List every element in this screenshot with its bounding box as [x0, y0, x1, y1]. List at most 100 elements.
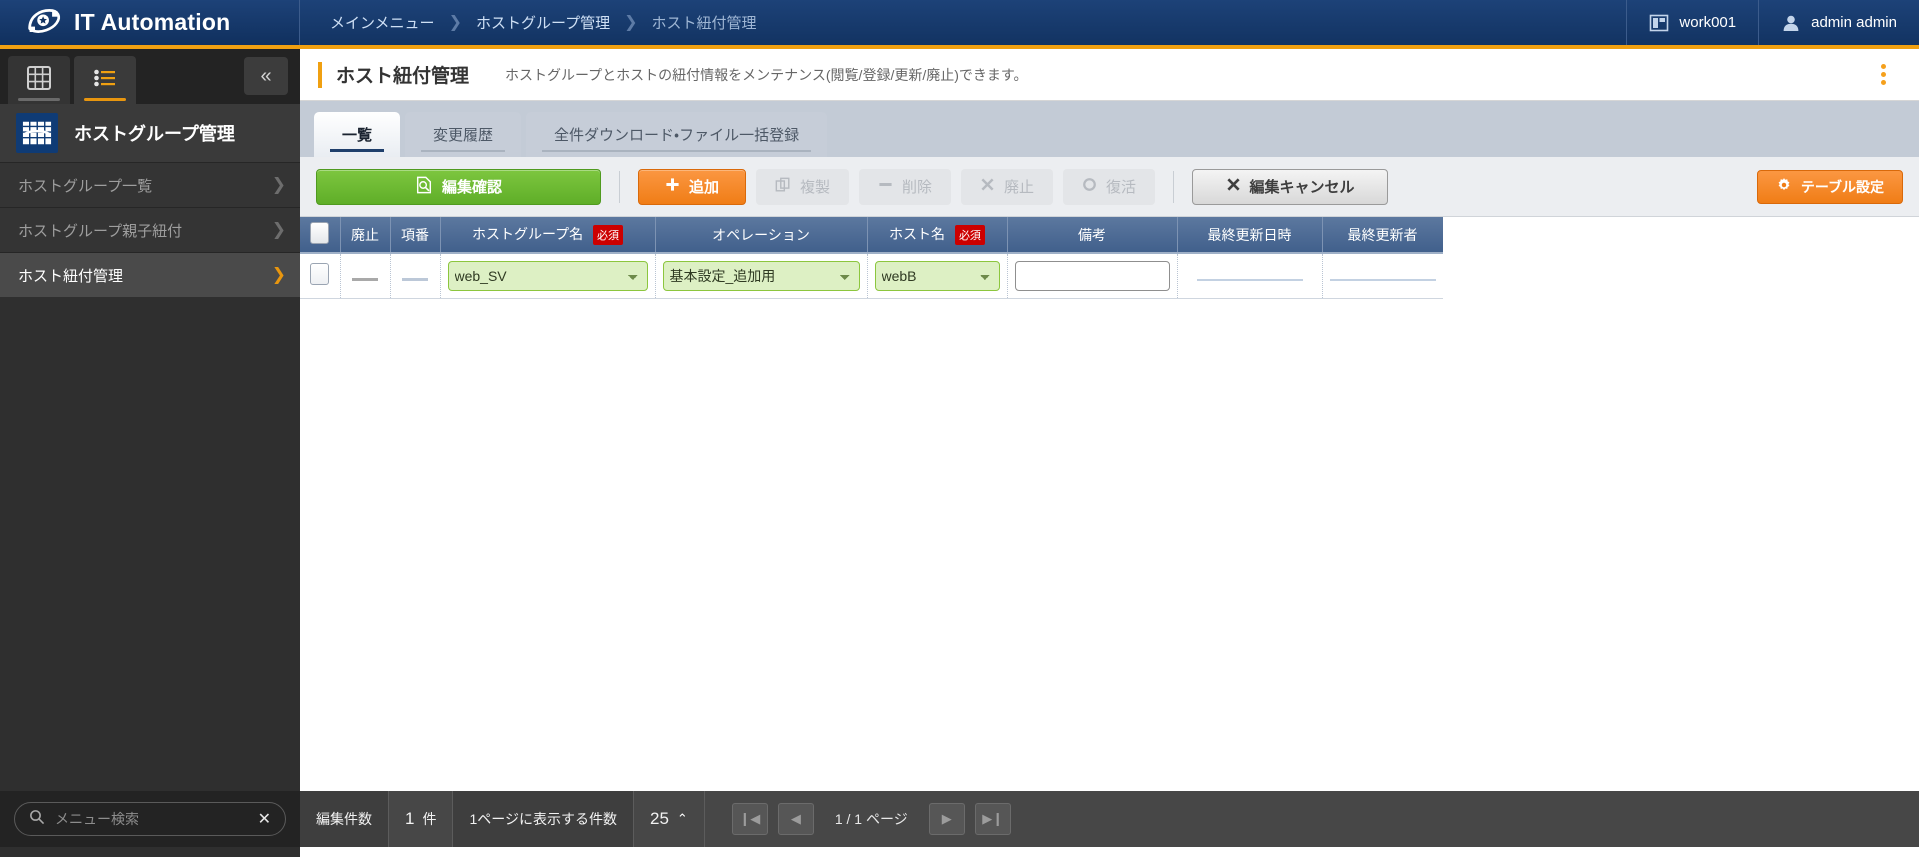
toolbar-divider: [619, 170, 620, 203]
chevron-up-icon: ⌃: [676, 811, 688, 826]
breadcrumb: メインメニュー ❯ ホストグループ管理 ❯ ホスト紐付管理: [300, 0, 1626, 45]
circle-icon: [1082, 177, 1097, 196]
add-label: 追加: [688, 179, 719, 196]
per-page-selector[interactable]: 25 ⌃: [634, 791, 705, 847]
cell-hostname[interactable]: webB: [867, 253, 1008, 299]
header-label: 備考: [1078, 226, 1106, 243]
prev-page-button[interactable]: ◀: [777, 803, 814, 835]
remark-input[interactable]: [1014, 260, 1170, 291]
hostname-select[interactable]: webB: [874, 260, 1000, 291]
tab-bulk-download-upload[interactable]: 全件ダウンロード・ファイル一括登録: [526, 112, 828, 157]
top-bar: IT Automation メインメニュー ❯ ホストグループ管理 ❯ ホスト紐…: [0, 0, 1919, 45]
header-seq[interactable]: 項番: [390, 217, 441, 254]
cancel-edit-button[interactable]: 編集キャンセル: [1192, 168, 1389, 205]
cell-updated-at: [1177, 253, 1323, 299]
edit-count-unit: 件: [422, 811, 437, 827]
sidebar-grid-view-tab[interactable]: [8, 56, 70, 104]
tab-label: 一覧: [342, 127, 373, 144]
next-page-button[interactable]: ▶: [928, 803, 965, 835]
duplicate-button[interactable]: 複製: [756, 168, 850, 205]
chevron-double-left-icon: «: [260, 64, 272, 87]
row-checkbox[interactable]: [310, 263, 330, 286]
cell-operation[interactable]: 基本設定_追加用: [655, 253, 868, 299]
table-settings-button[interactable]: テーブル設定: [1756, 169, 1903, 204]
breadcrumb-separator-icon: ❯: [624, 13, 638, 31]
header-operation[interactable]: オペレーション: [655, 217, 868, 254]
select-all-checkbox[interactable]: [310, 222, 330, 244]
updated-by-placeholder-dash: [1329, 278, 1436, 281]
seq-placeholder-dash: [402, 277, 428, 281]
discontinue-button[interactable]: 廃止: [961, 168, 1054, 205]
cell-hostgroup[interactable]: web_SV: [440, 253, 656, 299]
hostgroup-select[interactable]: web_SV: [447, 260, 648, 291]
add-button[interactable]: 追加: [638, 168, 746, 205]
data-table-area: 廃止 項番 ホストグループ名 必須 オペレーション ホスト名 必須 備考 最終更…: [300, 217, 1919, 299]
updated-at-placeholder-dash: [1196, 278, 1303, 281]
user-avatar-icon: [1781, 13, 1801, 33]
clear-search-icon[interactable]: ✕: [258, 809, 271, 829]
operation-select[interactable]: 基本設定_追加用: [662, 260, 860, 291]
cell-row-select[interactable]: [300, 253, 341, 299]
page-header: ホスト紐付管理 ホストグループとホストの紐付情報をメンテナンス(閲覧/登録/更新…: [300, 49, 1919, 101]
search-icon: [29, 809, 45, 830]
last-page-button[interactable]: ▶❙: [974, 803, 1011, 835]
user-label: admin admin: [1811, 14, 1897, 31]
table-row[interactable]: web_SV 基本設定_追加用 webB: [300, 253, 1443, 299]
more-vertical-icon[interactable]: [1869, 61, 1897, 89]
header-updated-at[interactable]: 最終更新日時: [1177, 217, 1323, 254]
page-description: ホストグループとホストの紐付情報をメンテナンス(閲覧/登録/更新/廃止)できます…: [505, 66, 1028, 83]
menu-search-box[interactable]: ✕: [14, 802, 286, 836]
edit-count-label: 編集件数: [300, 791, 389, 847]
host-link-table: 廃止 項番 ホストグループ名 必須 オペレーション ホスト名 必須 備考 最終更…: [300, 217, 1443, 299]
sidebar-collapse-button[interactable]: «: [244, 57, 288, 95]
header-select-all[interactable]: [300, 217, 341, 254]
sidebar-item-hostgroup-parent-child[interactable]: ホストグループ親子紐付 ❯: [0, 207, 300, 252]
header-label: オペレーション: [712, 226, 810, 243]
breadcrumb-item-0[interactable]: メインメニュー: [330, 12, 435, 33]
table-header: 廃止 項番 ホストグループ名 必須 オペレーション ホスト名 必須 備考 最終更…: [300, 217, 1443, 254]
page-current: 1: [834, 811, 843, 827]
breadcrumb-item-1[interactable]: ホストグループ管理: [476, 12, 610, 33]
window-panel-icon: [1649, 13, 1669, 33]
page-total: 1: [854, 811, 863, 827]
first-page-button[interactable]: ❙◀: [731, 803, 768, 835]
chevron-right-icon: ❯: [271, 265, 286, 284]
confirm-edit-button[interactable]: 編集確認: [316, 168, 601, 205]
sidebar-item-host-link-management[interactable]: ホスト紐付管理 ❯: [0, 252, 300, 297]
edit-count-value: 1: [405, 809, 415, 828]
breadcrumb-item-2[interactable]: ホスト紐付管理: [651, 12, 756, 33]
chevron-right-icon: ❯: [271, 220, 286, 239]
sidebar-group-header: ホストグループ管理: [0, 104, 300, 162]
confirm-edit-label: 編集確認: [441, 179, 502, 196]
grid-icon: [26, 65, 52, 96]
header-discontinue[interactable]: 廃止: [340, 217, 391, 254]
delete-button[interactable]: 削除: [859, 168, 952, 205]
menu-search-input[interactable]: [55, 811, 248, 827]
sidebar-list-view-tab[interactable]: [74, 56, 136, 104]
tab-list[interactable]: 一覧: [314, 112, 401, 157]
gear-icon: [1776, 177, 1792, 196]
cell-remark[interactable]: [1007, 253, 1178, 299]
header-label: ホストグループ名: [471, 225, 584, 242]
header-remark[interactable]: 備考: [1007, 217, 1178, 254]
header-label: 最終更新者: [1347, 226, 1418, 243]
tab-change-history[interactable]: 変更履歴: [405, 112, 522, 157]
brand-area[interactable]: IT Automation: [0, 0, 300, 45]
page-title: ホスト紐付管理: [336, 66, 470, 87]
workspace-indicator[interactable]: work001: [1626, 0, 1758, 45]
sidebar: « ホストグループ管理 ホストグループ一覧 ❯ ホストグループ親子紐付 ❯ ホス…: [0, 49, 300, 857]
revive-label: 復活: [1106, 179, 1137, 196]
required-badge: 必須: [593, 225, 624, 246]
sidebar-empty-space: [0, 297, 300, 857]
header-hostname[interactable]: ホスト名 必須: [867, 217, 1008, 254]
x-icon: [1226, 177, 1241, 196]
sidebar-item-hostgroup-list[interactable]: ホストグループ一覧 ❯: [0, 162, 300, 207]
user-indicator[interactable]: admin admin: [1758, 0, 1919, 45]
revive-button[interactable]: 復活: [1063, 168, 1156, 205]
tab-label: 全件ダウンロード・ファイル一括登録: [554, 127, 800, 144]
header-label: 廃止: [351, 226, 379, 243]
header-hostgroup[interactable]: ホストグループ名 必須: [440, 217, 656, 254]
header-updated-by[interactable]: 最終更新者: [1322, 217, 1443, 254]
sidebar-item-label: ホストグループ一覧: [18, 177, 153, 195]
list-icon: [92, 65, 118, 96]
